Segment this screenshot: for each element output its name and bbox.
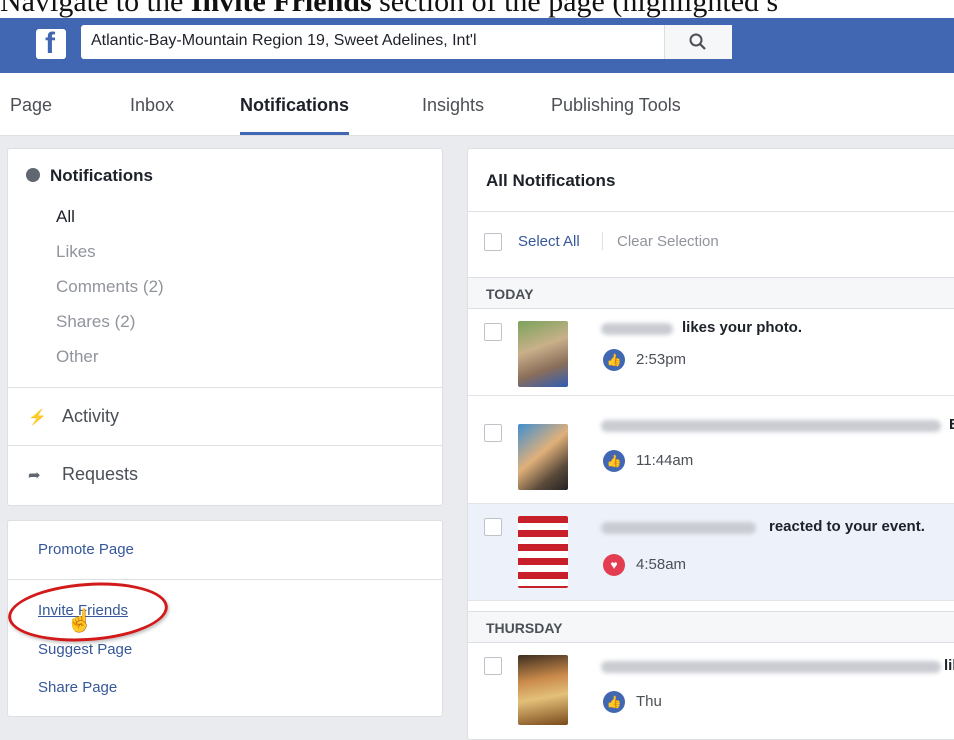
row-checkbox[interactable] (484, 518, 502, 536)
divider (8, 387, 442, 388)
arrow-icon: ➦ (28, 467, 41, 484)
filter-all[interactable]: All (56, 207, 75, 227)
search-box[interactable]: Atlantic-Bay-Mountain Region 19, Sweet A… (81, 25, 732, 59)
top-bar: f Atlantic-Bay-Mountain Region 19, Sweet… (0, 18, 954, 73)
clear-selection-link[interactable]: Clear Selection (617, 233, 719, 250)
notification-text: reacted to your event. (769, 518, 925, 535)
divider (8, 579, 442, 580)
section-activity-label: Activity (62, 406, 120, 426)
separator (602, 232, 603, 250)
tab-page[interactable]: Page (10, 73, 52, 135)
logo-letter: f (45, 27, 55, 60)
tab-notifications[interactable]: Notifications (240, 73, 350, 135)
notification-time: Thu (636, 693, 662, 710)
filter-likes[interactable]: Likes (56, 242, 96, 262)
divider (8, 445, 442, 446)
day-label: TODAY (486, 286, 534, 302)
notification-time: 4:58am (636, 556, 687, 573)
notification-row[interactable]: B 👍 11:44am (468, 396, 954, 504)
avatar[interactable] (518, 516, 568, 588)
redacted-name (601, 323, 673, 335)
share-page-link[interactable]: Share Page (38, 679, 117, 696)
like-icon: 👍 (603, 691, 625, 713)
tab-inbox[interactable]: Inbox (130, 73, 174, 135)
globe-icon (26, 168, 40, 182)
instruction-caption: Navigate to the Invite Friends section o… (0, 0, 954, 18)
notification-text: likes your photo. (682, 319, 803, 336)
section-requests[interactable]: ➦ Requests (28, 464, 138, 485)
day-label: THURSDAY (486, 620, 563, 636)
notification-text: B (949, 416, 954, 433)
panel-header-label: Notifications (50, 166, 153, 185)
section-activity[interactable]: ⚡ Activity (28, 406, 119, 427)
avatar[interactable] (518, 321, 568, 387)
notification-row[interactable]: likes your photo. 👍 2:53pm (468, 309, 954, 396)
suggest-page-link[interactable]: Suggest Page (38, 641, 132, 658)
select-all-link[interactable]: Select All (518, 233, 580, 250)
notifications-filter-panel: Notifications All Likes Comments (2) Sha… (7, 148, 443, 506)
avatar[interactable] (518, 424, 568, 490)
select-all-checkbox[interactable] (484, 233, 502, 251)
like-icon: 👍 (603, 450, 625, 472)
redacted-name (601, 522, 756, 534)
hand-cursor-icon: ☝ (66, 608, 94, 633)
row-checkbox[interactable] (484, 424, 502, 442)
redacted-name (601, 661, 941, 673)
tab-publishing-tools[interactable]: Publishing Tools (551, 73, 681, 135)
redacted-name (601, 420, 941, 432)
tab-insights[interactable]: Insights (422, 73, 484, 135)
search-button[interactable] (664, 25, 732, 59)
search-input[interactable]: Atlantic-Bay-Mountain Region 19, Sweet A… (91, 32, 477, 50)
page-nav: Page Inbox Notifications Insights Publis… (0, 73, 954, 136)
panel-header: Notifications (26, 166, 153, 186)
promote-page-link[interactable]: Promote Page (38, 541, 134, 558)
day-header-today: TODAY (468, 277, 954, 309)
notifications-header: All Notifications (486, 171, 616, 190)
all-notifications-panel: All Notifications Select All Clear Selec… (467, 148, 954, 740)
filter-other[interactable]: Other (56, 347, 99, 367)
like-icon: 👍 (603, 349, 625, 371)
lightning-icon: ⚡ (28, 409, 47, 426)
search-icon (689, 33, 706, 50)
notification-row-highlighted[interactable]: reacted to your event. ♥ 4:58am (468, 504, 954, 601)
row-checkbox[interactable] (484, 657, 502, 675)
facebook-logo-icon[interactable]: f (36, 27, 66, 60)
love-icon: ♥ (603, 554, 625, 576)
notification-time: 11:44am (636, 452, 694, 469)
avatar[interactable] (518, 655, 568, 725)
caption-bold: Invite Friends (190, 0, 372, 18)
notification-time: 2:53pm (636, 351, 687, 368)
filter-shares[interactable]: Shares (2) (56, 312, 135, 332)
day-header-thursday: THURSDAY (468, 611, 954, 643)
filter-comments[interactable]: Comments (2) (56, 277, 164, 297)
notification-row[interactable]: lil 👍 Thu (468, 643, 954, 733)
caption-prefix: Navigate to the (0, 0, 191, 18)
caption-suffix: section of the page (highlighted s (371, 0, 779, 18)
row-checkbox[interactable] (484, 323, 502, 341)
notification-text: lil (944, 657, 954, 674)
section-requests-label: Requests (62, 464, 139, 484)
divider (468, 211, 954, 212)
